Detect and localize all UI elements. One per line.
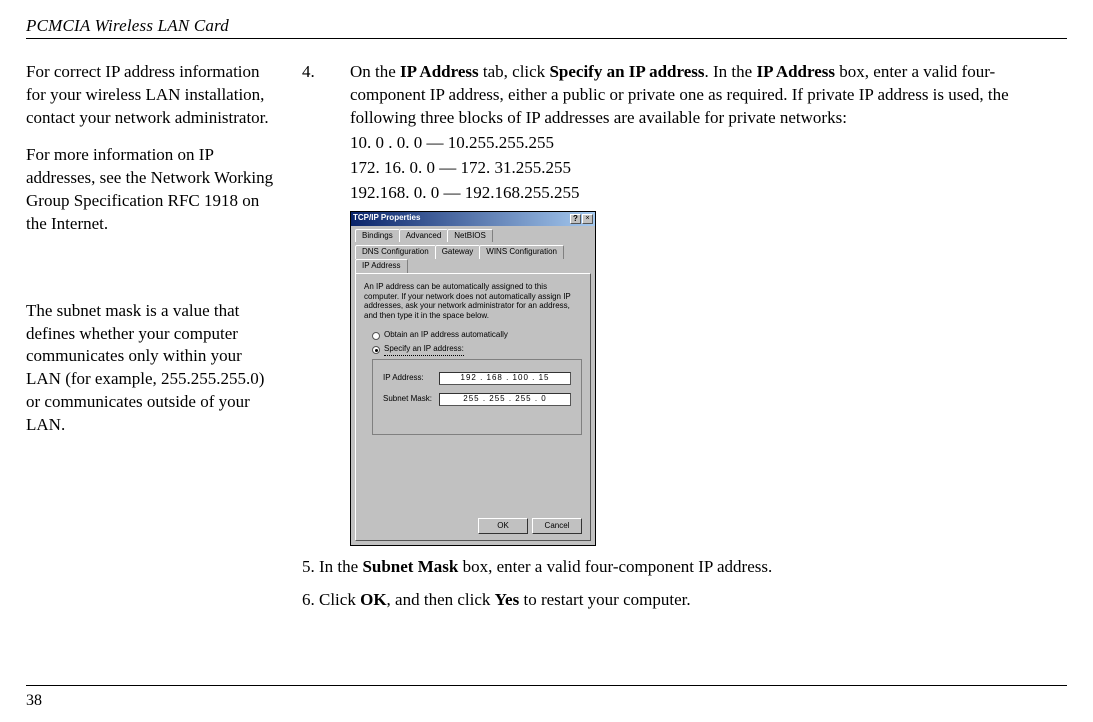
range-2: 172. 16. 0. 0 — 172. 31.255.255 bbox=[350, 157, 1067, 180]
tab-ip-address[interactable]: IP Address bbox=[355, 259, 408, 273]
t: to restart your computer. bbox=[519, 590, 690, 609]
close-icon[interactable]: × bbox=[582, 214, 593, 224]
tab-dns[interactable]: DNS Configuration bbox=[355, 245, 436, 259]
page-number: 38 bbox=[26, 692, 42, 710]
step-4-number: 4. bbox=[302, 61, 322, 614]
range-1: 10. 0 . 0. 0 — 10.255.255.255 bbox=[350, 132, 1067, 155]
footer-rule bbox=[26, 685, 1067, 686]
sidebar-note-3: The subnet mask is a value that defines … bbox=[26, 300, 274, 438]
tab-bindings[interactable]: Bindings bbox=[355, 229, 400, 243]
page-header: PCMCIA Wireless LAN Card bbox=[26, 16, 1067, 39]
radio-icon bbox=[372, 346, 380, 354]
tab-gateway[interactable]: Gateway bbox=[435, 245, 481, 259]
ip-address-input[interactable]: 192 . 168 . 100 . 15 bbox=[439, 372, 571, 385]
radio-specify-ip[interactable]: Specify an IP address: bbox=[372, 344, 582, 356]
tcpip-dialog: TCP/IP Properties ? × Bindings Advanced … bbox=[350, 211, 596, 546]
step-4-text: On the IP Address tab, click Specify an … bbox=[350, 61, 1067, 130]
range-3: 192.168. 0. 0 — 192.168.255.255 bbox=[350, 182, 1067, 205]
panel-description: An IP address can be automatically assig… bbox=[364, 282, 582, 320]
tab-row-2: DNS Configuration Gateway WINS Configura… bbox=[351, 242, 595, 273]
tab-netbios[interactable]: NetBIOS bbox=[447, 229, 493, 243]
step-4-content: On the IP Address tab, click Specify an … bbox=[350, 61, 1067, 614]
sidebar-note-2: For more information on IP addresses, se… bbox=[26, 144, 274, 236]
step-4: 4. On the IP Address tab, click Specify … bbox=[302, 61, 1067, 614]
t: Subnet Mask bbox=[362, 557, 458, 576]
tab-panel-ip: An IP address can be automatically assig… bbox=[355, 273, 591, 541]
radio-label: Obtain an IP address automatically bbox=[384, 330, 508, 341]
page-body: For correct IP address information for y… bbox=[26, 61, 1067, 614]
t: tab, click bbox=[479, 62, 550, 81]
t: 6. Click bbox=[302, 590, 360, 609]
dialog-button-row: OK Cancel bbox=[478, 518, 582, 534]
ok-button[interactable]: OK bbox=[478, 518, 528, 534]
radio-label: Specify an IP address: bbox=[384, 344, 464, 356]
ip-field-group: IP Address: 192 . 168 . 100 . 15 Subnet … bbox=[372, 359, 582, 435]
tab-row-1: Bindings Advanced NetBIOS bbox=[351, 226, 595, 243]
radio-obtain-auto[interactable]: Obtain an IP address automatically bbox=[372, 330, 582, 341]
tab-advanced[interactable]: Advanced bbox=[399, 229, 449, 243]
radio-group: Obtain an IP address automatically Speci… bbox=[372, 330, 582, 435]
t: IP Address bbox=[400, 62, 479, 81]
t: 5. In the bbox=[302, 557, 362, 576]
t: On the bbox=[350, 62, 400, 81]
ip-address-label: IP Address: bbox=[383, 373, 439, 384]
subnet-mask-row: Subnet Mask: 255 . 255 . 255 . 0 bbox=[383, 393, 571, 406]
help-icon[interactable]: ? bbox=[570, 214, 581, 224]
t: OK bbox=[360, 590, 386, 609]
sidebar-note-1: For correct IP address information for y… bbox=[26, 61, 274, 130]
ip-address-row: IP Address: 192 . 168 . 100 . 15 bbox=[383, 372, 571, 385]
radio-icon bbox=[372, 332, 380, 340]
dialog-title-text: TCP/IP Properties bbox=[353, 213, 420, 224]
main-content: 4. On the IP Address tab, click Specify … bbox=[302, 61, 1067, 614]
subnet-mask-label: Subnet Mask: bbox=[383, 394, 439, 405]
tab-wins[interactable]: WINS Configuration bbox=[479, 245, 564, 259]
cancel-button[interactable]: Cancel bbox=[532, 518, 582, 534]
t: Specify an IP address bbox=[549, 62, 704, 81]
t: , and then click bbox=[387, 590, 495, 609]
dialog-title-buttons: ? × bbox=[570, 214, 593, 224]
page-header-title: PCMCIA Wireless LAN Card bbox=[26, 16, 1067, 36]
sidebar: For correct IP address information for y… bbox=[26, 61, 274, 614]
step-6: 6. Click OK, and then click Yes to resta… bbox=[302, 589, 1067, 612]
t: Yes bbox=[495, 590, 520, 609]
t: . In the bbox=[705, 62, 757, 81]
step-5: 5. In the Subnet Mask box, enter a valid… bbox=[302, 556, 1067, 579]
subnet-mask-input[interactable]: 255 . 255 . 255 . 0 bbox=[439, 393, 571, 406]
dialog-titlebar: TCP/IP Properties ? × bbox=[351, 212, 595, 226]
header-rule bbox=[26, 38, 1067, 39]
steps-after: 5. In the Subnet Mask box, enter a valid… bbox=[302, 556, 1067, 612]
t: IP Address bbox=[756, 62, 835, 81]
t: box, enter a valid four-component IP add… bbox=[458, 557, 772, 576]
